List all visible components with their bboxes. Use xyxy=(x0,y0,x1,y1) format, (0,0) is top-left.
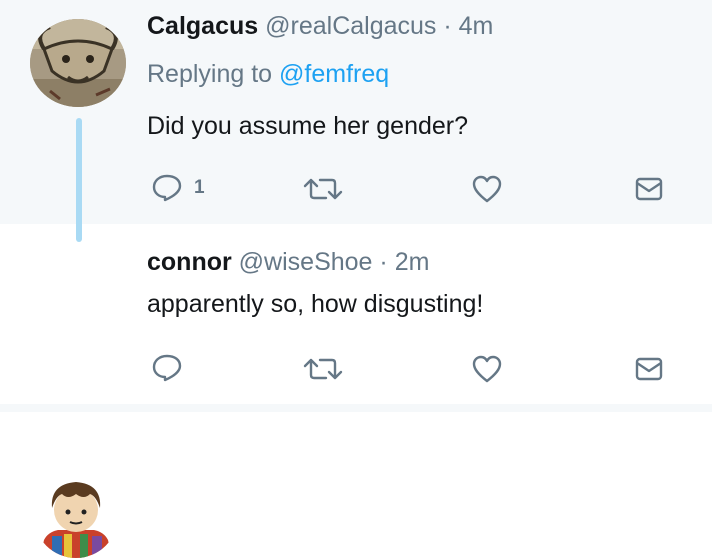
tweet-text: Did you assume her gender? xyxy=(147,112,469,140)
mention-link[interactable]: @femfreq xyxy=(279,60,389,88)
display-name[interactable]: connor xyxy=(147,248,232,276)
retweet-button[interactable] xyxy=(303,356,343,382)
tweet-text: apparently so, how disgusting! xyxy=(147,290,484,318)
reply-icon xyxy=(152,354,182,382)
avatar[interactable] xyxy=(30,19,126,107)
mosaic-bull-avatar-icon xyxy=(30,19,126,107)
avatar[interactable] xyxy=(34,474,118,558)
tweet-header: connor @wiseShoe · 2m xyxy=(147,248,429,277)
username[interactable]: @realCalgacus xyxy=(265,12,436,40)
timestamp[interactable]: 4m xyxy=(459,12,494,40)
reply-icon xyxy=(152,174,182,202)
separator-dot: · xyxy=(443,12,452,40)
like-icon xyxy=(472,175,502,203)
replying-to-label: Replying to xyxy=(147,60,273,88)
divider xyxy=(0,404,712,412)
direct-message-button[interactable] xyxy=(635,177,663,201)
display-name[interactable]: Calgacus xyxy=(147,12,258,40)
reply-button[interactable]: 1 xyxy=(152,174,205,202)
direct-message-icon xyxy=(635,357,663,381)
tweet-calgacus[interactable]: Calgacus @realCalgacus · 4m Replying to … xyxy=(0,0,712,224)
like-button[interactable] xyxy=(472,175,502,203)
tweet-header: Calgacus @realCalgacus · 4m xyxy=(147,12,493,41)
like-button[interactable] xyxy=(472,355,502,383)
retweet-icon xyxy=(303,358,343,380)
like-icon xyxy=(472,355,502,383)
lego-figure-avatar-icon xyxy=(34,474,118,558)
reply-button[interactable] xyxy=(152,354,182,382)
username[interactable]: @wiseShoe xyxy=(239,248,373,276)
timestamp[interactable]: 2m xyxy=(395,248,430,276)
reply-count: 1 xyxy=(194,177,205,198)
retweet-icon xyxy=(303,178,343,200)
direct-message-icon xyxy=(635,177,663,201)
thread-connector-line xyxy=(76,118,82,242)
retweet-button[interactable] xyxy=(303,176,343,202)
tweet-connor[interactable]: connor @wiseShoe · 2m apparently so, how… xyxy=(0,224,712,558)
separator-dot: · xyxy=(379,248,388,276)
direct-message-button[interactable] xyxy=(635,357,663,381)
replying-to: Replying to @femfreq xyxy=(147,60,389,89)
